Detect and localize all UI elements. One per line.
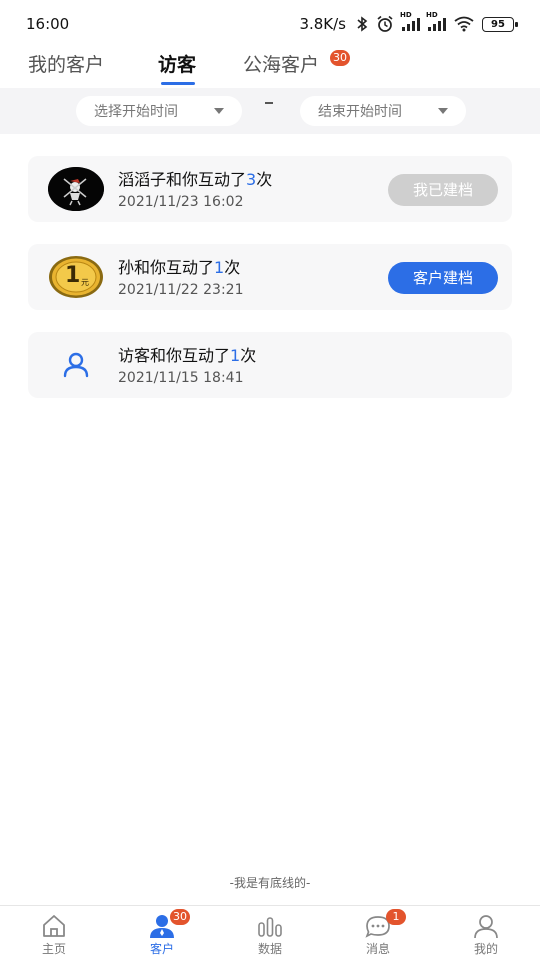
coin-unit: 元 <box>81 278 89 287</box>
nav-label: 主页 <box>41 942 66 956</box>
alarm-icon <box>377 15 393 32</box>
archived-button[interactable]: 我已建档 <box>388 174 498 206</box>
nav-profile[interactable]: 我的 <box>432 906 540 960</box>
nav-customers[interactable]: 客户 30 <box>108 906 216 960</box>
end-time-select[interactable]: 结束开始时间 <box>300 96 466 126</box>
battery-indicator: 95 <box>482 16 518 32</box>
wifi-icon <box>454 16 474 32</box>
visitor-card[interactable]: 访客和你互动了1次 2021/11/15 18:41 <box>28 332 512 398</box>
active-tab-indicator <box>161 82 195 85</box>
nav-messages[interactable]: 消息 1 <box>324 906 432 960</box>
nav-label: 客户 <box>149 942 174 956</box>
start-time-placeholder: 选择开始时间 <box>94 104 178 120</box>
caret-down-icon <box>214 108 224 114</box>
nav-home[interactable]: 主页 <box>0 906 108 960</box>
create-profile-button[interactable]: 客户建档 <box>388 262 498 294</box>
profile-icon <box>474 915 498 939</box>
visit-time: 2021/11/22 23:21 <box>118 282 244 298</box>
coin-avatar: 1 元 <box>48 255 104 299</box>
start-time-select[interactable]: 选择开始时间 <box>76 96 242 126</box>
caret-down-icon <box>438 108 448 114</box>
end-of-list-note: -我是有底线的- <box>229 876 311 890</box>
home-icon <box>43 915 65 937</box>
user-icon <box>48 343 104 387</box>
visitor-title: 访客和你互动了1次 <box>118 346 257 365</box>
status-icons: 3.8K/s HD HD 95 <box>299 11 518 33</box>
end-time-placeholder: 结束开始时间 <box>318 104 402 120</box>
nav-label: 数据 <box>257 942 282 956</box>
range-separator <box>265 102 273 104</box>
visit-time: 2021/11/15 18:41 <box>118 370 244 386</box>
nav-data[interactable]: 数据 <box>216 906 324 960</box>
visitor-card[interactable]: 滔滔子和你互动了3次 2021/11/23 16:02 我已建档 <box>28 156 512 222</box>
interaction-count: 3 <box>246 170 257 189</box>
visitor-title: 孙和你互动了1次 <box>118 258 241 277</box>
tab-public-customers[interactable]: 公海客户 <box>243 50 319 77</box>
status-bar: 16:00 3.8K/s HD HD 95 <box>0 0 540 48</box>
top-tabs: 我的客户 访客 公海客户 <box>0 48 540 88</box>
public-customers-badge: 30 <box>330 50 350 66</box>
messages-badge: 1 <box>386 909 406 925</box>
date-filter-bar: 选择开始时间 结束开始时间 <box>0 88 540 134</box>
visitor-title: 滔滔子和你互动了3次 <box>118 170 273 189</box>
customers-badge: 30 <box>170 909 190 925</box>
visitor-card[interactable]: 1 元 孙和你互动了1次 2021/11/22 23:21 客户建档 <box>28 244 512 310</box>
signal-icon-1: HD <box>400 11 420 31</box>
pirate-avatar <box>48 167 104 211</box>
signal-icon-2: HD <box>426 11 446 31</box>
coin-value: 1 <box>65 263 81 288</box>
network-speed: 3.8K/s <box>299 15 346 33</box>
interaction-count: 1 <box>230 346 241 365</box>
tab-my-customers[interactable]: 我的客户 <box>28 50 104 77</box>
nav-label: 我的 <box>473 942 498 956</box>
tab-visitors[interactable]: 访客 <box>158 50 196 77</box>
bottom-nav: 主页 客户 30 数据 消息 1 我的 <box>0 905 540 960</box>
bluetooth-icon <box>357 16 368 32</box>
chart-icon <box>258 917 282 937</box>
nav-label: 消息 <box>365 942 390 956</box>
visit-time: 2021/11/23 16:02 <box>118 194 244 210</box>
interaction-count: 1 <box>214 258 225 277</box>
status-time: 16:00 <box>26 15 70 33</box>
